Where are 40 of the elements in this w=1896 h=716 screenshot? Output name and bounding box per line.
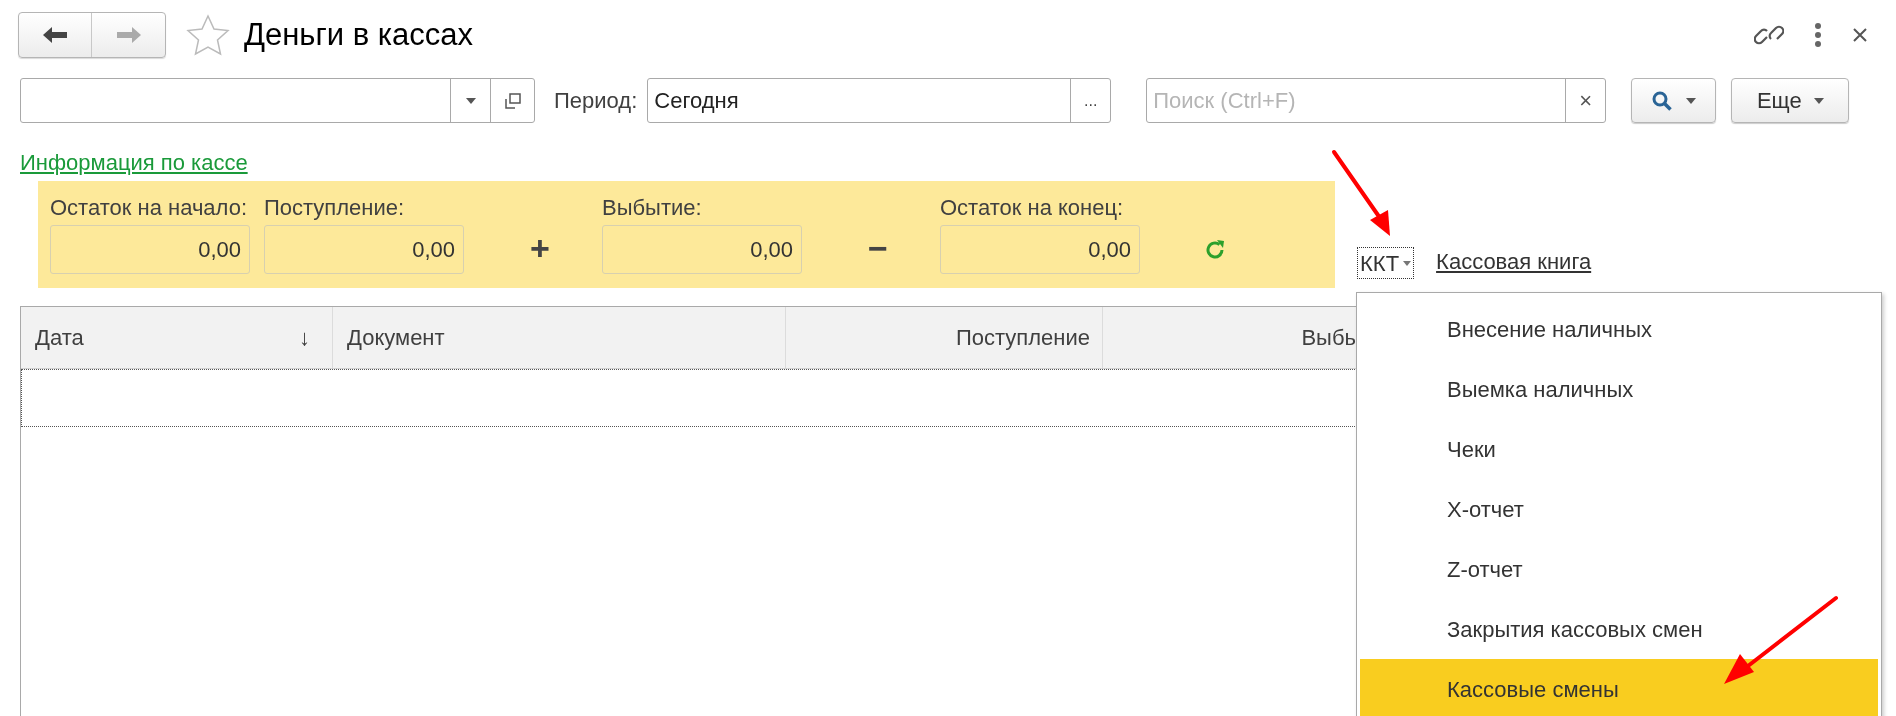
info-link[interactable]: Информация по кассе bbox=[20, 150, 248, 175]
search-button[interactable] bbox=[1631, 78, 1717, 123]
kkt-dropdown-button[interactable]: ККТ bbox=[1357, 247, 1415, 279]
clear-button[interactable]: × bbox=[1565, 79, 1606, 122]
operator-sign: − bbox=[867, 231, 889, 265]
search-field[interactable]: Поиск (Ctrl+F) × bbox=[1146, 78, 1607, 123]
close-icon[interactable] bbox=[1852, 27, 1868, 43]
summary-amount-field: 0,00 bbox=[602, 225, 802, 274]
summary-amount-field: 0,00 bbox=[940, 225, 1140, 274]
open-window-icon bbox=[504, 92, 521, 109]
window-title: Деньги в кассах bbox=[244, 15, 474, 54]
period-field[interactable]: Сегодня ... bbox=[647, 78, 1112, 123]
summary-amount-field: 0,00 bbox=[264, 225, 464, 274]
operator-sign: + bbox=[529, 231, 551, 265]
cash-book-link[interactable]: Кассовая книга bbox=[1436, 245, 1592, 278]
caret-icon bbox=[1685, 97, 1696, 104]
organization-combo-field[interactable] bbox=[20, 78, 535, 123]
summary-label: Остаток на конец: bbox=[940, 194, 1125, 222]
column-header[interactable]: Документ bbox=[333, 307, 786, 368]
column-header[interactable]: Дата ↓ bbox=[21, 307, 333, 368]
caret-icon bbox=[465, 97, 476, 104]
period-label: Период: bbox=[554, 87, 638, 115]
menu-item[interactable]: Кассовые смены bbox=[1360, 659, 1878, 716]
summary-label: Выбытие: bbox=[602, 194, 703, 222]
right-arrow-icon bbox=[115, 26, 142, 44]
summary-label: Остаток на начало: bbox=[50, 194, 249, 222]
summary-label: Поступление: bbox=[264, 194, 406, 222]
star-icon[interactable] bbox=[186, 14, 230, 56]
more-vertical-icon[interactable] bbox=[1814, 22, 1822, 48]
left-arrow-icon bbox=[42, 26, 68, 44]
caret-icon bbox=[1813, 97, 1824, 104]
search-icon bbox=[1651, 90, 1672, 111]
period-value: Сегодня bbox=[653, 87, 740, 115]
summary-amount-field: 0,00 bbox=[50, 225, 250, 274]
caret-icon bbox=[1403, 260, 1412, 266]
refresh-icon[interactable] bbox=[1204, 239, 1226, 261]
column-header[interactable]: Поступление bbox=[786, 307, 1103, 368]
sort-arrow-icon: ↓ bbox=[299, 321, 310, 354]
more-button[interactable]: Еще bbox=[1731, 78, 1850, 123]
period-select-button[interactable]: ... bbox=[1070, 79, 1111, 122]
